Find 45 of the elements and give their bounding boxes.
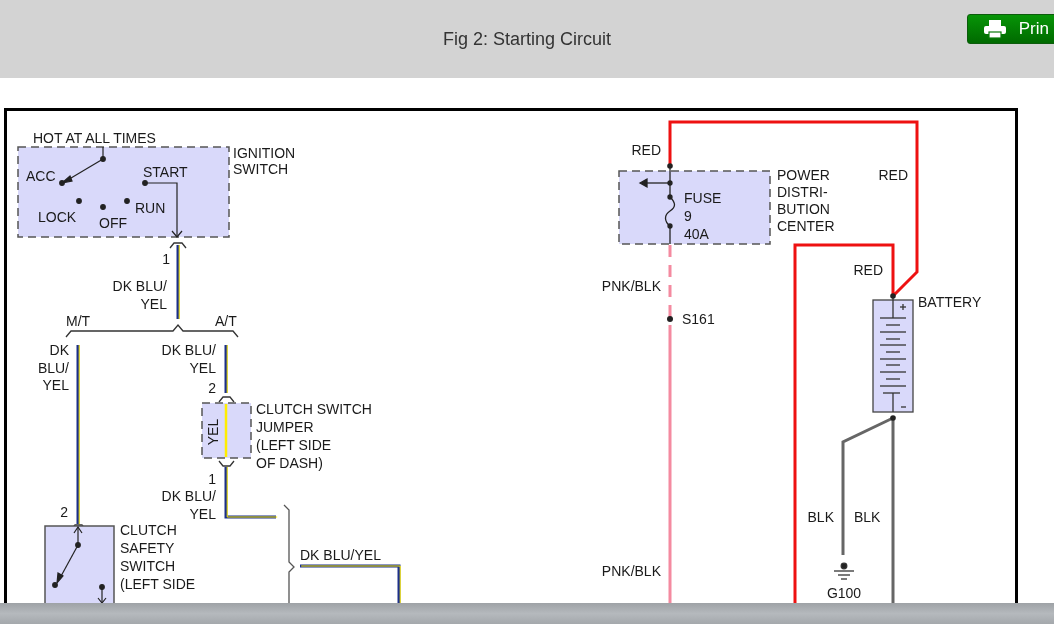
wire-color-label: BLK [807,509,834,525]
clutch-jumper-box [201,402,252,459]
splice-label: S161 [682,311,715,327]
component-label: CLUTCH SAFETY SWITCH (LEFT SIDE [120,522,196,592]
figure-title: Fig 2: Starting Circuit [442,28,612,50]
ground-label: G100 [826,585,862,601]
position-label: OFF [99,215,127,231]
wire-color-label: DK BLU/YEL [300,547,381,563]
component-label: IGNITION SWITCH [233,145,296,177]
fuse-label: FUSE 9 40A [684,190,722,242]
wire [224,344,228,394]
connector-icon [218,396,235,403]
component-label: CLUTCH SWITCH JUMPER (LEFT SIDE OF DASH) [256,401,372,471]
wire-color-label: PNK/BLK [601,278,661,294]
wire-color-label: RED [878,167,908,183]
ground-icon [833,562,855,580]
position-label: START [143,164,188,180]
pin-number: 2 [208,380,216,396]
position-label: ACC [26,168,56,184]
connector-icon [218,460,235,467]
component-label: BATTERY [918,294,982,310]
pin-number: 1 [162,251,170,267]
pin-number: 1 [208,471,216,487]
wire-color-label: RED [631,142,661,158]
transmission-label: A/T [215,313,237,329]
component-label: POWER DISTRI- BUTION CENTER [777,167,835,234]
wire-color-label: DK BLU/ YEL [37,342,69,393]
pin-number: 2 [60,504,68,520]
wire-color-label: DK BLU/ YEL [161,342,216,376]
printer-icon [982,19,1007,39]
wire-color-label: RED [853,262,883,278]
connector-icon [169,242,187,249]
wire [224,404,228,457]
wire-color-label: PNK/BLK [601,563,661,579]
wire [224,466,278,519]
supply-label: HOT AT ALL TIMES [33,130,156,146]
position-label: RUN [135,200,166,216]
wire-color-label: BLK [854,509,881,525]
wire-color-label: DK BLU/ YEL [161,488,216,522]
transmission-label: M/T [66,313,91,329]
position-label: LOCK [38,209,77,225]
print-button[interactable]: Prin [966,14,1054,44]
wire-color-label: DK BLU/ YEL [112,278,167,312]
splice-dot [667,316,673,322]
wire-color-label: YEL [205,418,221,446]
